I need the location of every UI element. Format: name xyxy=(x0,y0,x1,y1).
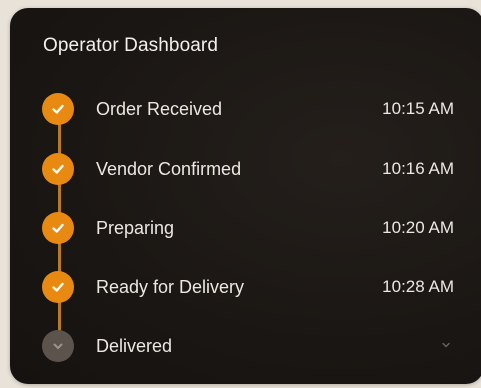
check-icon xyxy=(52,104,64,114)
step-status-done xyxy=(42,153,74,185)
step-label: Vendor Confirmed xyxy=(96,159,242,179)
step-status-done xyxy=(42,93,74,125)
check-icon xyxy=(52,223,64,233)
step-status-done xyxy=(42,271,74,303)
step-status-done xyxy=(42,212,74,244)
timeline-step-order-received: Order Received 10:15 AM xyxy=(10,89,481,129)
step-label: Ready for Delivery xyxy=(96,277,245,297)
step-status-pending xyxy=(42,330,74,362)
operator-dashboard-card: Operator Dashboard Order Received 10:15 … xyxy=(10,8,481,384)
check-icon xyxy=(52,164,64,174)
timeline-step-vendor-confirmed: Vendor Confirmed 10:16 AM xyxy=(10,149,481,189)
step-label: Preparing xyxy=(96,218,175,238)
step-time: 10:16 AM xyxy=(382,159,454,178)
step-time: 10:20 AM xyxy=(382,218,454,237)
step-label: Order Received xyxy=(96,99,223,119)
dashboard-title: Operator Dashboard xyxy=(43,35,219,56)
expand-chevron-icon[interactable] xyxy=(440,339,452,351)
step-time: 10:15 AM xyxy=(382,99,454,118)
step-time: 10:28 AM xyxy=(382,277,454,296)
step-label: Delivered xyxy=(96,336,173,356)
check-icon xyxy=(52,282,64,292)
timeline-step-preparing: Preparing 10:20 AM xyxy=(10,208,481,248)
timeline-step-delivered[interactable]: Delivered xyxy=(10,326,481,366)
chevron-down-icon xyxy=(53,343,63,349)
timeline-step-ready-for-delivery: Ready for Delivery 10:28 AM xyxy=(10,267,481,307)
